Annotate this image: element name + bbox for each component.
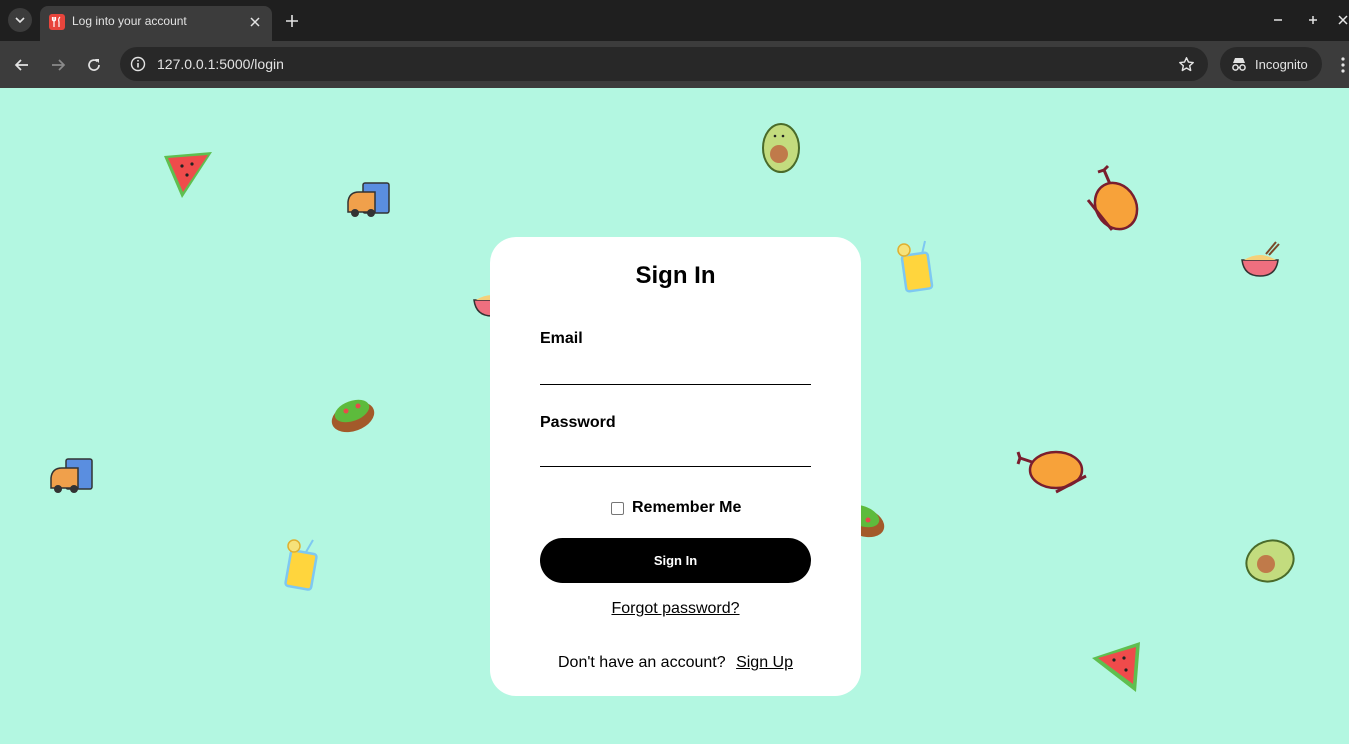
forward-button[interactable] [46,53,70,77]
bookmark-button[interactable] [1176,54,1196,74]
incognito-label: Incognito [1255,57,1308,72]
remember-me-row[interactable]: Remember Me [611,498,741,518]
noodle-bowl-icon [1241,241,1280,277]
password-label: Password [540,414,616,431]
maximize-button[interactable] [1305,12,1321,28]
minimize-icon [1274,19,1282,21]
tab-close-button[interactable] [246,13,264,31]
juice-cup-icon [284,539,318,591]
page-title: Sign In [635,262,716,289]
more-vertical-icon [1340,57,1345,73]
url-text: 127.0.0.1:5000/login [157,56,284,72]
watermelon-icon [164,152,212,198]
tab-title: Log into your account [72,14,187,28]
forgot-password-link[interactable]: Forgot password? [490,600,861,618]
password-field[interactable] [540,437,811,467]
food-truck-icon [347,182,390,217]
juice-cup-icon [897,240,934,293]
site-info-button[interactable] [126,52,150,76]
close-icon [250,17,260,27]
food-truck-icon [50,458,93,493]
plus-icon [286,15,298,27]
email-field[interactable] [540,355,811,385]
reload-button[interactable] [82,53,106,77]
chevron-down-icon [15,17,25,24]
browser-tab[interactable]: Log into your account [40,6,272,41]
incognito-icon [1232,58,1246,71]
browser-tab-bar: Log into your account [0,0,1349,41]
browser-menu-button[interactable] [1336,53,1349,77]
incognito-indicator[interactable]: Incognito [1220,47,1322,81]
page-background: Sign In Email Password Remember Me Sign … [0,88,1349,744]
arrow-left-icon [14,59,28,71]
watermelon-icon [1092,642,1140,692]
reload-icon [88,59,100,71]
roast-chicken-icon [1086,164,1139,231]
star-icon [1178,56,1194,71]
avocado-icon [1245,539,1295,583]
roast-chicken-icon [1016,450,1087,494]
avocado-icon [762,123,800,173]
new-tab-button[interactable] [281,10,303,32]
info-icon [130,56,146,72]
remember-me-label: Remember Me [632,499,742,516]
signup-prompt: Don't have an account? Sign Up [490,654,861,672]
address-bar[interactable]: 127.0.0.1:5000/login [120,47,1208,81]
favicon-icon [49,14,65,30]
maximize-icon [1309,16,1317,24]
close-icon [1338,15,1348,25]
login-card: Sign In Email Password Remember Me Sign … [490,237,861,696]
salad-bowl-icon [331,399,375,433]
back-button[interactable] [10,53,34,77]
tab-search-button[interactable] [8,8,32,32]
remember-me-checkbox[interactable] [611,501,624,515]
arrow-right-icon [52,59,66,71]
browser-toolbar: 127.0.0.1:5000/login Incognito [0,41,1349,88]
minimize-button[interactable] [1270,12,1286,28]
email-label: Email [540,330,583,347]
sign-up-link[interactable]: Sign Up [736,654,793,671]
no-account-text: Don't have an account? [558,654,726,671]
window-close-button[interactable] [1337,12,1349,28]
sign-in-button[interactable]: Sign In [540,538,811,583]
